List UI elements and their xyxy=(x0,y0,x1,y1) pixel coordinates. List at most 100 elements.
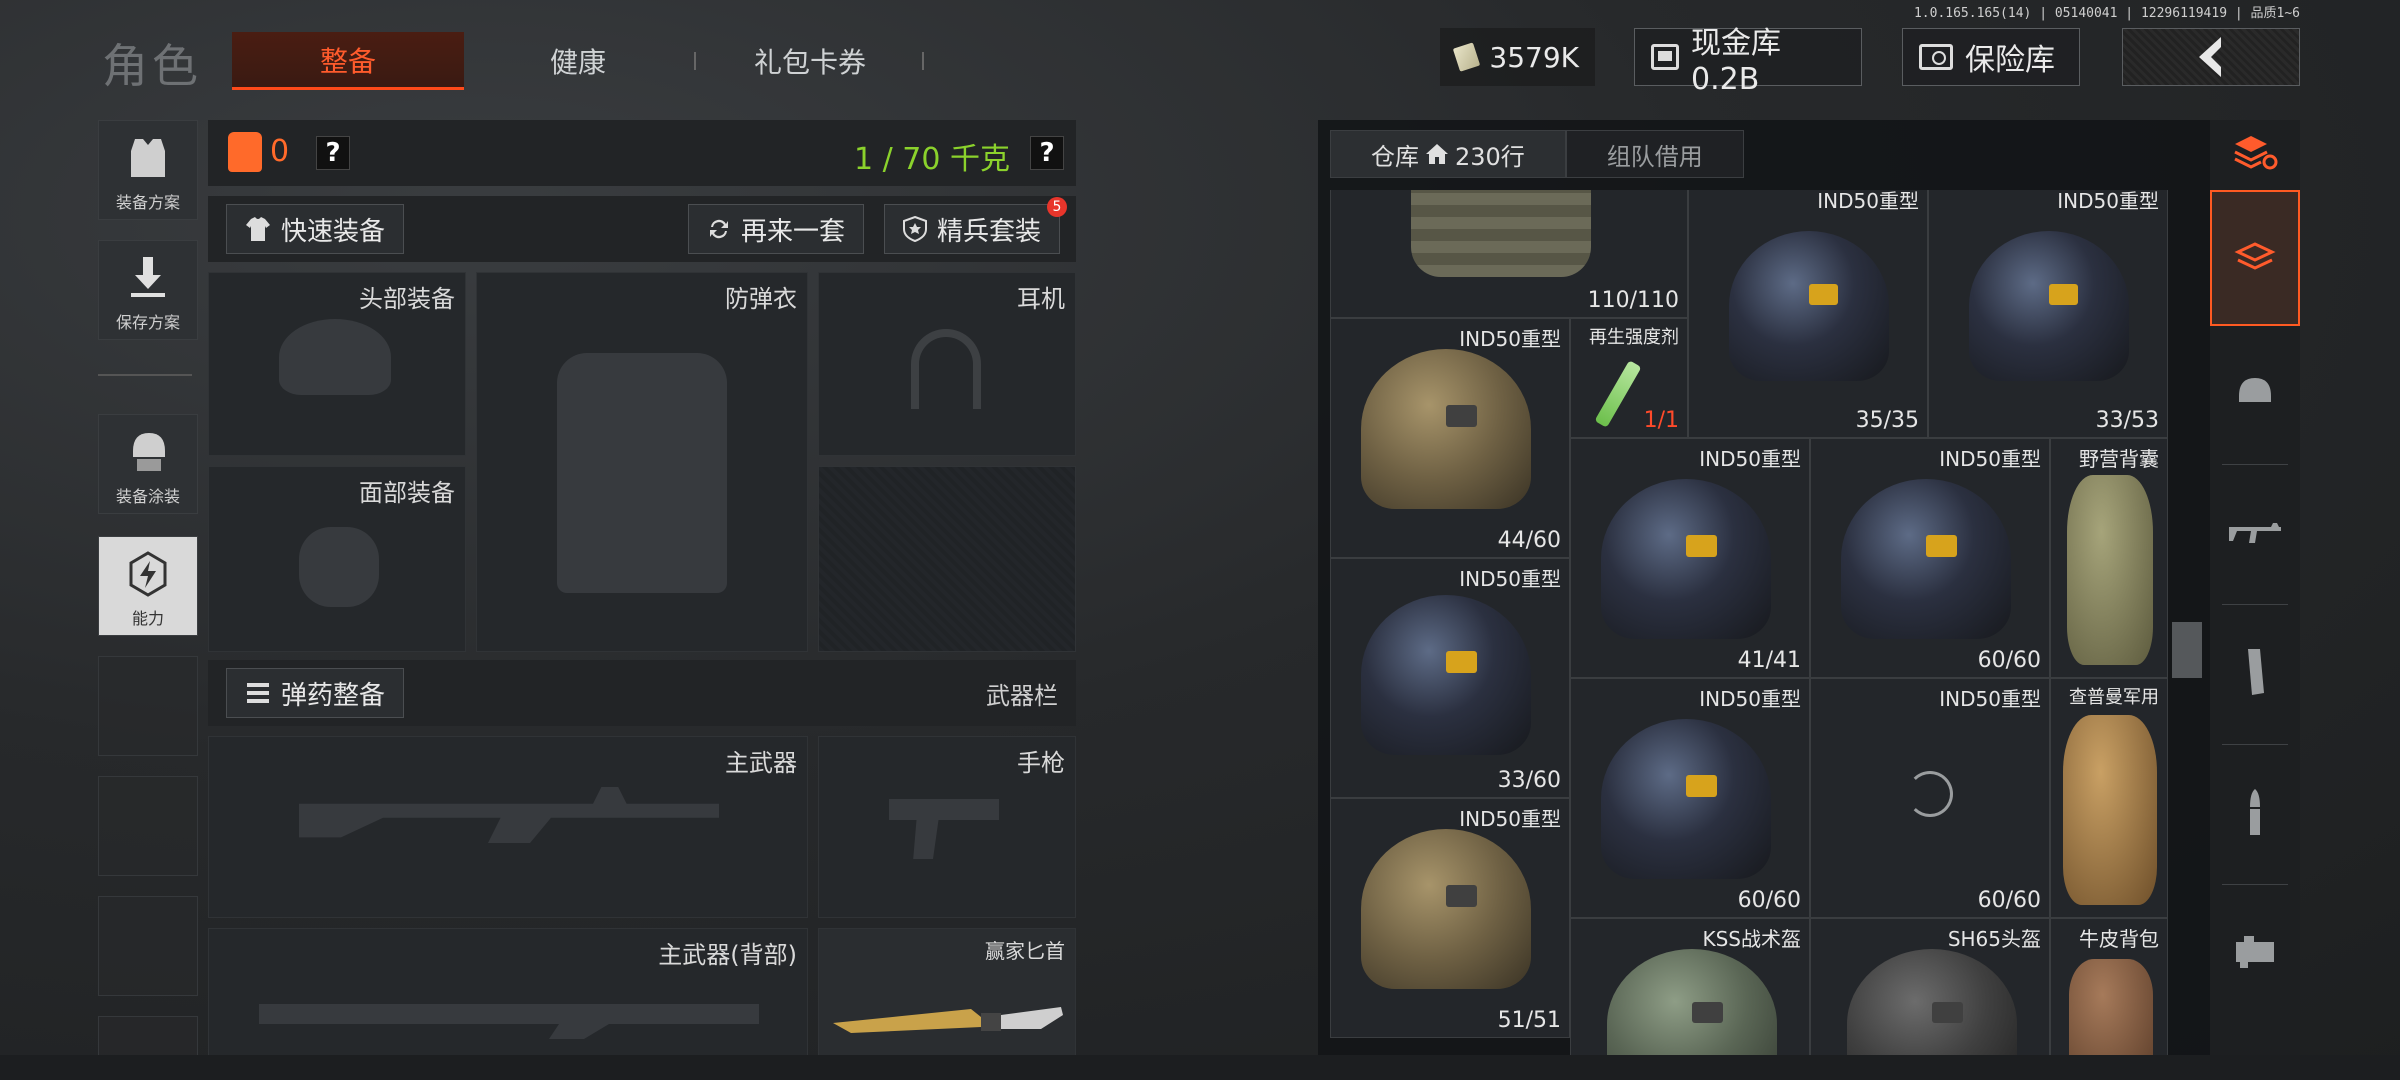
item-name: KSS战术盔 xyxy=(1702,927,1801,951)
vest-placeholder-icon xyxy=(557,353,727,593)
elite-set-button[interactable]: 精兵套装 5 xyxy=(884,197,1068,254)
helmet-item-icon xyxy=(1729,231,1889,381)
ammo-prep-label: 弹药整备 xyxy=(281,680,386,711)
back-button[interactable] xyxy=(2122,28,2300,86)
rifle-placeholder-icon xyxy=(259,1004,759,1039)
tab-team-borrow[interactable]: 组队借用 xyxy=(1565,130,1744,178)
item-count: 1/1 xyxy=(1643,408,1679,433)
item-name: 牛皮背包 xyxy=(2079,927,2159,951)
storage-item[interactable]: IND50重型 60/60 xyxy=(1810,678,2050,918)
tab-team-label: 组队借用 xyxy=(1606,142,1703,171)
refresh-icon xyxy=(710,219,728,239)
home-icon xyxy=(1426,144,1448,164)
storage-item[interactable]: IND50重型 35/35 xyxy=(1688,190,1928,438)
category-all[interactable] xyxy=(2210,190,2300,326)
storage-item[interactable]: 查普曼军用 xyxy=(2050,678,2168,918)
category-attachment[interactable] xyxy=(2210,906,2300,998)
locked-slot xyxy=(818,466,1076,652)
duffel-bag-item-icon xyxy=(2063,715,2157,905)
storage-scrollbar[interactable] xyxy=(2172,622,2202,678)
equip-skin-button[interactable]: 装备涂装 xyxy=(98,414,198,514)
shirt-icon xyxy=(246,217,270,241)
storage-item[interactable]: IND50重型 51/51 xyxy=(1330,798,1570,1038)
tab-health[interactable]: 健康 xyxy=(478,32,678,90)
storage-item[interactable]: IND50重型 33/53 xyxy=(1928,190,2168,438)
knife-slot[interactable]: 赢家匕首 xyxy=(818,928,1076,1060)
item-count: 60/60 xyxy=(1737,888,1801,913)
empty-slot xyxy=(98,776,198,876)
vault-icon xyxy=(1651,44,1680,70)
category-rifle[interactable] xyxy=(2210,486,2300,578)
empty-slot xyxy=(98,656,198,756)
category-divider xyxy=(2222,604,2288,605)
quick-equip-label: 快速装备 xyxy=(281,216,386,247)
item-count: 33/53 xyxy=(2095,408,2159,433)
rifle-placeholder-icon xyxy=(299,787,719,843)
weight-help-icon[interactable]: ? xyxy=(1030,136,1064,170)
item-count: 35/35 xyxy=(1855,408,1919,433)
item-count: 41/41 xyxy=(1737,648,1801,673)
storage-tabs: 仓库 230行 组队借用 xyxy=(1330,130,1744,178)
storage-item[interactable]: KSS战术盔 xyxy=(1570,918,1810,1060)
helmet-item-icon xyxy=(1841,479,2011,639)
storage-item[interactable]: IND50重型 33/60 xyxy=(1330,558,1570,798)
help-icon[interactable]: ? xyxy=(316,136,350,170)
item-name: IND50重型 xyxy=(2057,190,2159,213)
slot-label: 主武器(背部) xyxy=(658,941,797,969)
tab-equip[interactable]: 整备 xyxy=(232,32,464,90)
category-helmet[interactable] xyxy=(2210,346,2300,438)
side-label: 能力 xyxy=(131,609,164,628)
item-name: 野营背囊 xyxy=(2079,447,2159,471)
ammo-prep-button[interactable]: 弹药整备 xyxy=(226,668,405,718)
armor-slot[interactable]: 防弹衣 xyxy=(476,272,808,652)
save-plan-button[interactable]: 保存方案 xyxy=(98,240,198,340)
storage-item-vest[interactable]: 110/110 xyxy=(1330,190,1688,318)
category-sort-button[interactable] xyxy=(2210,106,2300,198)
storage-item[interactable]: IND50重型 44/60 xyxy=(1330,318,1570,558)
item-count: 110/110 xyxy=(1587,288,1679,313)
pistol-slot[interactable]: 手枪 xyxy=(818,736,1076,918)
head-slot[interactable]: 头部装备 xyxy=(208,272,466,456)
shield-icon xyxy=(903,216,927,242)
helmet-item-icon xyxy=(1601,719,1771,879)
row-count: 230行 xyxy=(1455,142,1525,171)
backpack-item-icon xyxy=(2069,959,2153,1060)
category-ammo[interactable] xyxy=(2210,766,2300,858)
item-count: 44/60 xyxy=(1497,528,1561,553)
storage-item[interactable]: 再生强度剂 1/1 xyxy=(1570,318,1688,438)
category-magazine[interactable] xyxy=(2210,626,2300,718)
cash-vault-button[interactable]: 现金库 0.2B xyxy=(1634,26,1862,97)
mask-placeholder-icon xyxy=(299,527,379,607)
vest-icon xyxy=(228,132,262,172)
face-slot[interactable]: 面部装备 xyxy=(208,466,466,652)
tab-gift-cards[interactable]: 礼包卡券 xyxy=(710,32,910,90)
storage-item[interactable]: IND50重型 60/60 xyxy=(1810,438,2050,678)
quick-equip-button[interactable]: 快速装备 xyxy=(226,204,405,254)
scope-icon xyxy=(2236,936,2274,968)
storage-item[interactable]: IND50重型 60/60 xyxy=(1570,678,1810,918)
storage-item[interactable]: 野营背囊 xyxy=(2050,438,2168,678)
storage-item[interactable]: SH65头盔 xyxy=(1810,918,2050,1060)
helmet-item-icon xyxy=(1607,949,1777,1060)
equip-plan-button[interactable]: 装备方案 xyxy=(98,120,198,220)
side-label: 保存方案 xyxy=(115,313,180,332)
main-weapon-slot[interactable]: 主武器 xyxy=(208,736,808,918)
item-count: 51/51 xyxy=(1497,1008,1561,1033)
item-count: 60/60 xyxy=(1977,648,2041,673)
another-set-button[interactable]: 再来一套 xyxy=(688,204,865,254)
helmet-icon xyxy=(2239,378,2271,402)
item-name: 查普曼军用 xyxy=(2069,687,2159,708)
storage-item[interactable]: IND50重型 41/41 xyxy=(1570,438,1810,678)
back-arrow-icon xyxy=(2199,37,2221,77)
headset-placeholder-icon xyxy=(911,329,981,409)
category-divider xyxy=(2222,464,2288,465)
safe-button[interactable]: 保险库 xyxy=(1902,28,2080,86)
elite-set-label: 精兵套装 xyxy=(937,216,1042,247)
storage-item[interactable]: 牛皮背包 xyxy=(2050,918,2168,1060)
back-weapon-slot[interactable]: 主武器(背部) xyxy=(208,928,808,1060)
tab-warehouse[interactable]: 仓库 230行 xyxy=(1330,130,1566,178)
item-name: SH65头盔 xyxy=(1947,927,2041,951)
headset-slot[interactable]: 耳机 xyxy=(818,272,1076,456)
weight-text: 1 / 70 千克 xyxy=(854,142,1010,177)
ability-button[interactable]: 能力 xyxy=(98,536,198,636)
